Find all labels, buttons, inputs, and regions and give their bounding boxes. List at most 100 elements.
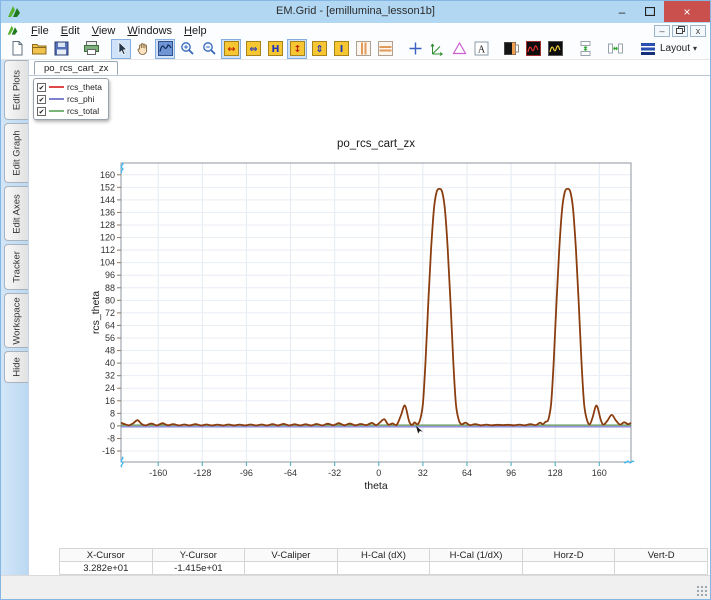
sidebar-tab-label: Workspace bbox=[11, 297, 22, 344]
document-tab[interactable]: po_rcs_cart_zx bbox=[34, 61, 118, 75]
svg-text:↕: ↕ bbox=[293, 44, 301, 55]
menu-windows[interactable]: Windows bbox=[121, 25, 178, 37]
toolbar-print[interactable] bbox=[81, 39, 101, 59]
document-area: po_rcs_cart_zx ✔rcs_theta✔rcs_phi✔rcs_to… bbox=[28, 60, 710, 575]
toolbar-open-file[interactable] bbox=[29, 39, 49, 59]
x-axis-label: theta bbox=[364, 480, 388, 492]
chart-canvas[interactable]: -160-128-96-64-320326496128160-16-808162… bbox=[29, 126, 689, 496]
svg-text:-128: -128 bbox=[193, 468, 211, 478]
svg-text:136: 136 bbox=[100, 207, 115, 217]
toolbar-expand-x[interactable]: ↔ bbox=[221, 39, 241, 59]
toolbar-select-arrow[interactable] bbox=[111, 39, 131, 59]
pan-hand-icon bbox=[135, 40, 152, 57]
legend-checkbox-rcs_theta[interactable]: ✔ bbox=[37, 83, 46, 92]
resize-grip[interactable] bbox=[696, 585, 707, 596]
toolbar: ↔⇔ H ↕ ⇕ I A Layout▾ bbox=[1, 38, 710, 60]
toolbar-plot-style-red[interactable] bbox=[523, 39, 543, 59]
svg-text:152: 152 bbox=[100, 182, 115, 192]
toolbar-align-vertical[interactable] bbox=[575, 39, 595, 59]
readout-header-y-cursor: Y-Cursor bbox=[153, 549, 246, 562]
toolbar-compress-y[interactable]: ⇕ bbox=[309, 39, 329, 59]
maximize-icon bbox=[645, 7, 655, 16]
toolbar-separator bbox=[566, 40, 574, 58]
window-title: EM.Grid - [emillumina_lesson1b] bbox=[1, 5, 710, 17]
svg-text:H: H bbox=[271, 44, 279, 55]
minimize-button[interactable]: – bbox=[608, 1, 636, 22]
toolbar-zoom-in[interactable] bbox=[177, 39, 197, 59]
legend-line-sample bbox=[49, 98, 64, 100]
anchor-bottom-right[interactable] bbox=[624, 461, 634, 463]
toolbar-new-file[interactable] bbox=[7, 39, 27, 59]
toolbar-separator bbox=[102, 40, 110, 58]
toolbar-expand-y[interactable]: ↕ bbox=[287, 39, 307, 59]
toolbar-plot-style-yellow[interactable] bbox=[545, 39, 565, 59]
legend-label: rcs_total bbox=[67, 106, 99, 116]
sidebar-tab-edit-plots[interactable]: Edit Plots bbox=[4, 60, 28, 120]
split-rows-icon bbox=[377, 40, 394, 57]
sidebar-tab-strip: Edit Plots Edit Graph Edit Axes Tracker Work… bbox=[1, 60, 28, 575]
toolbar-align-horizontal[interactable] bbox=[605, 39, 625, 59]
toolbar-caliper-triangle[interactable] bbox=[449, 39, 469, 59]
menu-view[interactable]: View bbox=[86, 25, 122, 37]
svg-text:40: 40 bbox=[105, 358, 115, 368]
toolbar-clip-plot[interactable] bbox=[501, 39, 521, 59]
open-file-icon bbox=[31, 40, 48, 57]
plot-style-yellow-icon bbox=[547, 40, 564, 57]
chevron-down-icon: ▾ bbox=[693, 44, 697, 53]
sidebar-tab-edit-graph[interactable]: Edit Graph bbox=[4, 123, 28, 183]
toolbar-text-annotation[interactable]: A bbox=[471, 39, 491, 59]
text-annotation-icon: A bbox=[473, 40, 490, 57]
readout-value-1: -1.415e+01 bbox=[153, 562, 246, 575]
toolbar-split-rows[interactable] bbox=[375, 39, 395, 59]
mdi-close-button[interactable]: x bbox=[690, 25, 706, 37]
svg-text:64: 64 bbox=[462, 468, 472, 478]
svg-text:32: 32 bbox=[418, 468, 428, 478]
legend-checkbox-rcs_total[interactable]: ✔ bbox=[37, 107, 46, 116]
toolbar-zoom-window[interactable] bbox=[155, 39, 175, 59]
title-bar[interactable]: EM.Grid - [emillumina_lesson1b] – × bbox=[1, 1, 710, 23]
sidebar-tab-tracker[interactable]: Tracker bbox=[4, 244, 28, 290]
menu-edit[interactable]: Edit bbox=[55, 25, 86, 37]
menu-file[interactable]: File bbox=[25, 25, 55, 37]
menu-help[interactable]: Help bbox=[178, 25, 213, 37]
legend-checkbox-rcs_phi[interactable]: ✔ bbox=[37, 95, 46, 104]
svg-text:-8: -8 bbox=[107, 433, 115, 443]
svg-text:-96: -96 bbox=[240, 468, 253, 478]
zoom-window-icon bbox=[157, 40, 174, 57]
toolbar-compress-x[interactable]: ⇔ bbox=[243, 39, 263, 59]
readout-header-v-caliper: V-Caliper bbox=[245, 549, 338, 562]
zoom-out-icon bbox=[201, 40, 218, 57]
svg-text:144: 144 bbox=[100, 195, 115, 205]
toolbar-pan-hand[interactable] bbox=[133, 39, 153, 59]
toolbar-split-columns[interactable] bbox=[353, 39, 373, 59]
expand-y-icon: ↕ bbox=[289, 40, 306, 57]
toolbar-fit-y[interactable]: I bbox=[331, 39, 351, 59]
svg-text:I: I bbox=[339, 44, 343, 55]
zoom-in-icon bbox=[179, 40, 196, 57]
layout-icon bbox=[640, 40, 657, 57]
mdi-minimize-button[interactable]: – bbox=[654, 25, 670, 37]
sidebar-tab-edit-axes[interactable]: Edit Axes bbox=[4, 186, 28, 241]
svg-text:160: 160 bbox=[100, 170, 115, 180]
sidebar-tab-workspace[interactable]: Workspace bbox=[4, 293, 28, 348]
readout-value-3 bbox=[338, 562, 431, 575]
toolbar-zoom-out[interactable] bbox=[199, 39, 219, 59]
toolbar-layout[interactable]: Layout▾ bbox=[635, 39, 702, 59]
legend-label: rcs_theta bbox=[67, 82, 102, 92]
toolbar-axes-tool[interactable] bbox=[427, 39, 447, 59]
mdi-restore-button[interactable] bbox=[672, 25, 688, 37]
svg-text:-160: -160 bbox=[149, 468, 167, 478]
chart-svg: -160-128-96-64-320326496128160-16-808162… bbox=[29, 126, 689, 496]
toolbar-save-file[interactable] bbox=[51, 39, 71, 59]
svg-text:128: 128 bbox=[548, 468, 563, 478]
toolbar-crosshair[interactable] bbox=[405, 39, 425, 59]
layout-label: Layout bbox=[660, 43, 690, 54]
y-axis-label: rcs_theta bbox=[90, 291, 102, 334]
toolbar-fit-x[interactable]: H bbox=[265, 39, 285, 59]
selection-anchors[interactable] bbox=[121, 163, 634, 467]
caliper-triangle-icon bbox=[451, 40, 468, 57]
sidebar-tab-hide[interactable]: Hide bbox=[4, 351, 28, 383]
maximize-button[interactable] bbox=[636, 1, 664, 22]
svg-text:96: 96 bbox=[506, 468, 516, 478]
close-button[interactable]: × bbox=[664, 1, 710, 22]
